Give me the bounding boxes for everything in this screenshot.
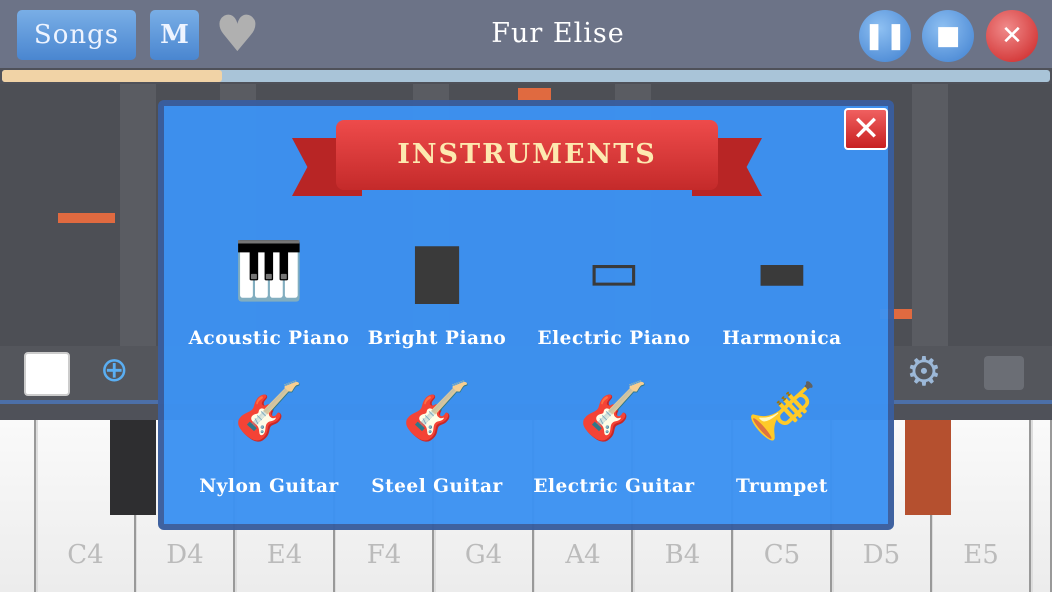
instrument-label: Steel Guitar <box>371 476 503 497</box>
steel-guitar-icon: 🎸 <box>402 379 472 444</box>
dialog-title: INSTRUMENTS <box>336 120 718 190</box>
lane <box>120 84 156 346</box>
pause-icon[interactable]: ❚❚ <box>859 10 911 62</box>
key-label: F4 <box>366 540 402 570</box>
key-label: C5 <box>763 540 801 570</box>
zoom-in-icon[interactable]: ⊕ <box>100 350 129 390</box>
instrument-label: Nylon Guitar <box>199 476 339 497</box>
black-key[interactable] <box>110 420 156 515</box>
key-label: B4 <box>664 540 701 570</box>
progress-fill <box>2 70 223 82</box>
grand-piano-icon: 🎹 <box>234 239 304 304</box>
keyboard-icon: ▭ <box>587 239 641 304</box>
key-label: B3 <box>0 540 34 570</box>
instrument-trumpet[interactable]: 🎺 Trumpet <box>692 372 872 497</box>
settings-gear-icon[interactable]: ⚙ <box>906 350 942 394</box>
stop-icon[interactable]: ■ <box>922 10 974 62</box>
instrument-nylon-guitar[interactable]: 🎸 Nylon Guitar <box>179 372 359 497</box>
black-key-highlighted[interactable] <box>905 420 951 515</box>
favorite-heart-icon[interactable]: ♥ <box>215 6 260 62</box>
falling-note <box>58 213 115 223</box>
instrument-electric-guitar[interactable]: 🎸 Electric Guitar <box>524 372 704 497</box>
song-title: Fur Elise <box>491 18 625 49</box>
falling-note <box>518 88 551 100</box>
songs-button[interactable]: Songs <box>17 10 136 60</box>
instrument-harmonica[interactable]: ▬ Harmonica <box>692 232 872 349</box>
electric-guitar-icon: 🎸 <box>579 379 649 444</box>
instrument-acoustic-piano[interactable]: 🎹 Acoustic Piano <box>179 232 359 349</box>
white-key[interactable] <box>1032 420 1052 592</box>
harmonica-icon: ▬ <box>755 239 809 304</box>
instrument-label: Electric Guitar <box>533 476 695 497</box>
keyboard-view-icon[interactable] <box>24 352 70 396</box>
key-label: E4 <box>266 540 303 570</box>
mode-button[interactable]: M <box>150 10 199 60</box>
instrument-electric-piano[interactable]: ▭ Electric Piano <box>524 232 704 349</box>
key-label: G4 <box>464 540 503 570</box>
white-key[interactable]: B3 <box>0 420 36 592</box>
trumpet-icon: 🎺 <box>747 379 817 444</box>
close-app-icon[interactable]: ✕ <box>986 10 1038 62</box>
instrument-label: Acoustic Piano <box>188 328 350 349</box>
instrument-label: Harmonica <box>722 328 842 349</box>
lane <box>912 84 948 346</box>
close-dialog-button[interactable]: ✕ <box>844 108 888 150</box>
key-label: D4 <box>166 540 204 570</box>
instrument-label: Trumpet <box>736 476 828 497</box>
key-label: A4 <box>565 540 601 570</box>
instrument-label: Electric Piano <box>537 328 691 349</box>
upright-piano-icon: ▇ <box>415 239 459 304</box>
song-progress-bar[interactable] <box>2 70 1050 82</box>
key-label: D5 <box>862 540 901 570</box>
key-label: C4 <box>67 540 104 570</box>
instrument-piano-icon[interactable] <box>984 356 1024 390</box>
instrument-bright-piano[interactable]: ▇ Bright Piano <box>347 232 527 349</box>
instrument-label: Bright Piano <box>367 328 507 349</box>
instrument-steel-guitar[interactable]: 🎸 Steel Guitar <box>347 372 527 497</box>
key-label: E5 <box>963 540 999 570</box>
nylon-guitar-icon: 🎸 <box>234 379 304 444</box>
